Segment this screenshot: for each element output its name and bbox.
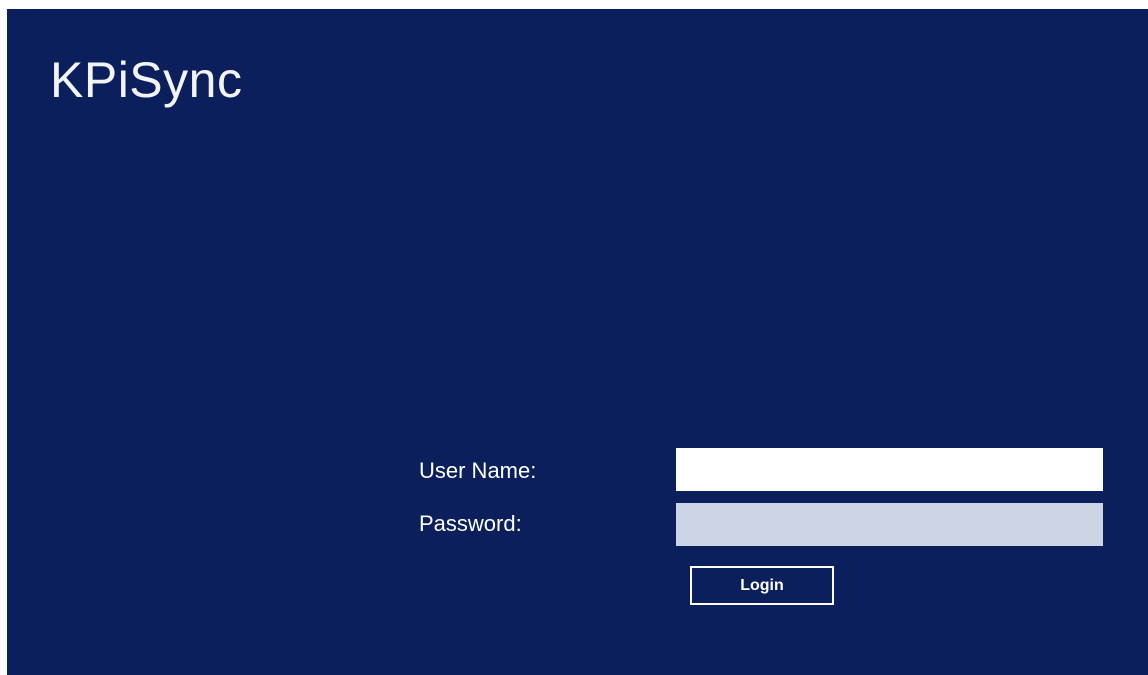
password-input[interactable] (676, 503, 1103, 546)
username-input[interactable] (676, 448, 1103, 491)
password-label: Password: (419, 511, 522, 536)
username-label: User Name: (419, 458, 537, 483)
app-title: KPiSync (50, 52, 243, 108)
login-window: KPiSync User Name: Password: Login (7, 9, 1148, 675)
login-button[interactable]: Login (690, 566, 834, 605)
